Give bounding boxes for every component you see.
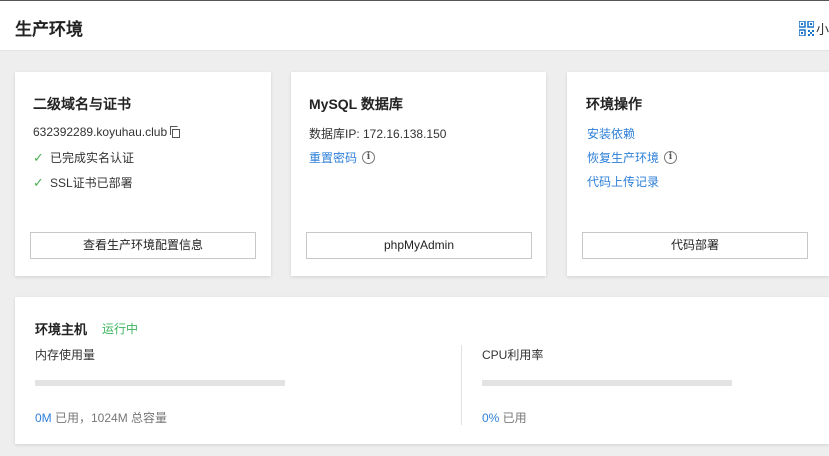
reset-password-link[interactable]: 重置密码 — [309, 149, 357, 166]
divider — [461, 345, 462, 425]
check-icon: ✓ — [33, 174, 44, 190]
memory-used-suffix: 已用，1024M 总容量 — [51, 411, 168, 425]
copy-icon[interactable] — [169, 126, 181, 138]
qr-label[interactable]: 小 — [816, 19, 829, 38]
card-title: MySQL 数据库 — [309, 96, 403, 112]
verification-status: ✓ 已完成实名认证 — [33, 149, 134, 166]
reset-password-row: 重置密码 i — [309, 149, 376, 166]
card-title: 二级域名与证书 — [33, 96, 131, 112]
cpu-progress-bar — [482, 380, 732, 386]
deploy-code-button[interactable]: 代码部署 — [582, 232, 808, 259]
cpu-used-value: 0% — [482, 411, 500, 425]
env-host-panel: 环境主机 运行中 内存使用量 0M 已用，1024M 总容量 CPU利用率 0%… — [15, 297, 829, 444]
cpu-label: CPU利用率 — [482, 348, 544, 362]
restore-env-row: 恢复生产环境 i — [587, 149, 678, 166]
memory-progress-bar — [35, 380, 285, 386]
info-icon[interactable]: i — [362, 151, 376, 164]
top-bar: 生产环境 小 — [0, 0, 829, 51]
view-config-button[interactable]: 查看生产环境配置信息 — [30, 232, 256, 259]
ssl-status: ✓ SSL证书已部署 — [33, 174, 133, 191]
mini-program-qr[interactable]: 小 — [799, 19, 829, 38]
memory-label: 内存使用量 — [35, 348, 96, 362]
memory-used-value: 0M — [35, 411, 52, 425]
db-ip: 数据库IP: 172.16.138.150 — [309, 127, 447, 141]
domain-text: 632392289.koyuhau.club — [33, 125, 168, 139]
qr-code-icon[interactable] — [799, 21, 814, 36]
install-deps-link[interactable]: 安装依赖 — [587, 125, 635, 142]
info-icon[interactable]: i — [664, 151, 678, 164]
status-badge: 运行中 — [102, 322, 139, 336]
mysql-card: MySQL 数据库 数据库IP: 172.16.138.150 重置密码 i p… — [291, 72, 546, 276]
card-title: 环境操作 — [586, 96, 642, 112]
page-title: 生产环境 — [15, 20, 83, 39]
memory-usage: 0M 已用，1024M 总容量 — [35, 409, 167, 426]
ssl-text: SSL证书已部署 — [50, 176, 133, 190]
host-title: 环境主机 — [35, 322, 88, 337]
env-ops-card: 环境操作 安装依赖 恢复生产环境 i 代码上传记录 代码部署 — [567, 72, 829, 276]
restore-env-link[interactable]: 恢复生产环境 — [587, 149, 659, 166]
domain-row: 632392289.koyuhau.club — [33, 125, 181, 139]
install-deps-row: 安装依赖 — [587, 125, 635, 142]
phpmyadmin-button[interactable]: phpMyAdmin — [306, 232, 532, 259]
verification-text: 已完成实名认证 — [50, 151, 135, 165]
domain-cert-card: 二级域名与证书 632392289.koyuhau.club ✓ 已完成实名认证… — [15, 72, 271, 276]
cpu-usage: 0% 已用 — [482, 409, 527, 426]
upload-log-link[interactable]: 代码上传记录 — [587, 173, 659, 190]
cpu-used-suffix: 已用 — [499, 411, 527, 425]
check-icon: ✓ — [33, 149, 44, 165]
upload-log-row: 代码上传记录 — [587, 173, 659, 190]
